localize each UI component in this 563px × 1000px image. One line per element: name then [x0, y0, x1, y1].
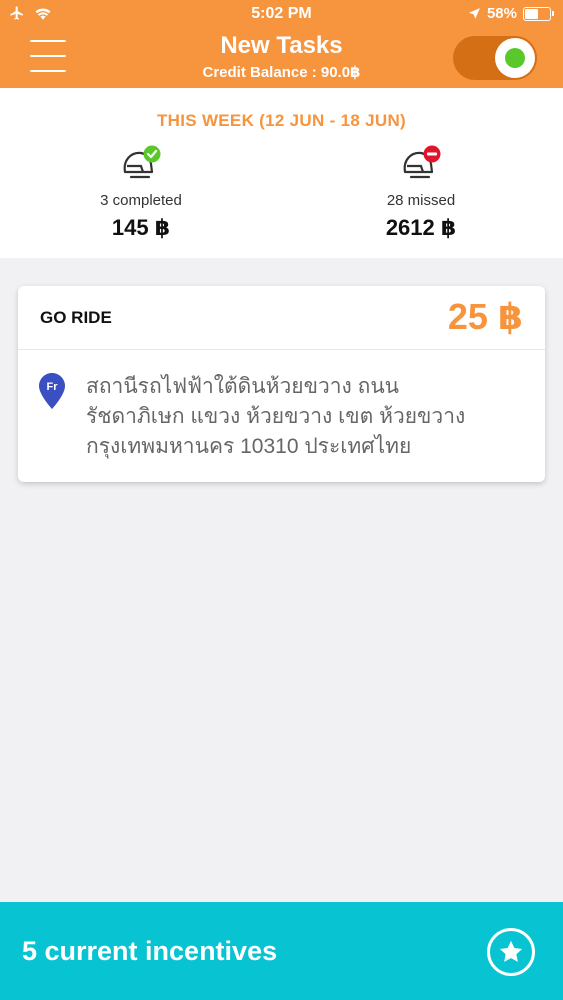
address-line: กรุงเทพมหานคร 10310 ประเทศไทย	[86, 435, 412, 458]
app-header: New Tasks Credit Balance : 90.0฿	[0, 30, 563, 88]
pickup-address: สถานีรถไฟฟ้าใต้ดินห้วยขวาง ถนน รัชดาภิเษ…	[86, 372, 525, 462]
completed-label: 3 completed	[100, 192, 182, 209]
online-toggle[interactable]	[453, 36, 537, 80]
completed-stat: 3 completed 145 ฿	[41, 144, 241, 241]
star-icon[interactable]	[487, 928, 535, 976]
helmet-minus-icon	[399, 144, 443, 184]
task-type: GO RIDE	[40, 308, 112, 327]
incentives-bar[interactable]: 5 current incentives	[0, 902, 563, 1000]
helmet-check-icon	[119, 144, 163, 184]
battery-percent: 58%	[486, 5, 517, 22]
incentives-label: 5 current incentives	[22, 936, 278, 966]
address-line: สถานีรถไฟฟ้าใต้ดินห้วยขวาง ถนน	[86, 375, 400, 398]
completed-value: 145 ฿	[111, 215, 171, 240]
battery-fill	[525, 8, 539, 19]
missed-label: 28 missed	[386, 192, 456, 209]
status-bar-right: 58%	[468, 5, 554, 22]
pickup-pin-icon: Fr	[39, 373, 65, 409]
weekly-summary: THIS WEEK (12 JUN - 18 JUN) 3 completed …	[0, 88, 563, 258]
task-price: 25 ฿	[447, 296, 523, 337]
missed-stat: 28 missed 2612 ฿	[321, 144, 521, 241]
location-arrow-icon	[469, 8, 480, 19]
missed-value: 2612 ฿	[385, 215, 457, 240]
toggle-knob	[495, 38, 535, 78]
week-label: THIS WEEK (12 JUN - 18 JUN)	[157, 111, 406, 130]
battery-icon	[523, 6, 554, 21]
status-bar: 5:02 PM 58%	[0, 0, 563, 30]
task-card[interactable]: GO RIDE 25 ฿ Fr สถานีรถไฟฟ้าใต้ดินห้วยขว…	[18, 286, 545, 482]
task-card-header: GO RIDE 25 ฿	[18, 286, 545, 350]
online-status-dot	[505, 48, 525, 68]
task-card-body: Fr สถานีรถไฟฟ้าใต้ดินห้วยขวาง ถนน รัชดาภ…	[18, 350, 545, 462]
address-line: รัชดาภิเษก แขวง ห้วยขวาง เขต ห้วยขวาง	[86, 405, 466, 428]
pin-label: Fr	[47, 381, 59, 393]
